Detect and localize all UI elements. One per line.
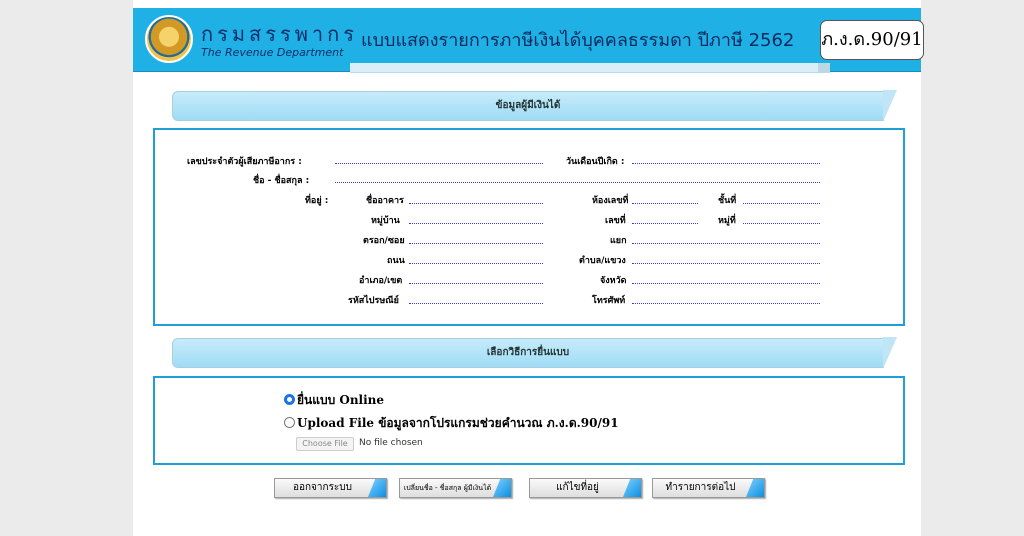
tax-id-field[interactable] [335,154,543,164]
province-label: จังหวัด [600,276,627,286]
subdistrict-field[interactable] [632,254,820,264]
postcode-field[interactable] [409,294,543,304]
ribbon-curl [883,337,897,369]
arrow-icon [493,479,511,497]
building-field[interactable] [409,194,543,204]
filing-section-title: เลือกวิธีการยื่นแบบ [486,347,570,358]
name-field[interactable] [335,173,820,183]
floor-field[interactable] [743,194,820,204]
junction-label: แยก [610,236,627,246]
village-field[interactable] [409,214,543,224]
page: กรมสรรพากร The Revenue Department แบบแสด… [133,0,924,536]
header-tab-strip [350,63,830,73]
brand-english: The Revenue Department [201,46,344,59]
junction-field[interactable] [632,234,820,244]
phone-field[interactable] [632,294,820,304]
next-button-label: ทำรายการต่อไป [665,482,736,493]
filing-section-header: เลือกวิธีการยื่นแบบ [172,337,897,369]
district-label: อำเภอ/เขต [359,276,403,286]
birthdate-label: วันเดือนปีเกิด : [566,157,625,167]
postcode-label: รหัสไปรษณีย์ [348,296,399,306]
moo-field[interactable] [743,214,820,224]
village-label: หมู่บ้าน [371,216,400,226]
tax-id-label: เลขประจำตัวผู้เสียภาษีอากร : [187,157,302,167]
room-field[interactable] [632,194,698,204]
road-label: ถนน [387,256,405,266]
arrow-icon [623,479,641,497]
house-no-label: เลขที่ [605,216,626,226]
soi-label: ตรอก/ซอย [363,236,405,246]
phone-label: โทรศัพท์ [592,296,626,306]
room-label: ห้องเลขที่ [592,196,629,206]
soi-field[interactable] [409,234,543,244]
choose-file-button[interactable]: Choose File [296,437,354,451]
option-online[interactable]: ยื่นแบบ Online [284,391,384,410]
moo-label: หมู่ที่ [718,216,736,226]
province-field[interactable] [632,274,820,284]
radio-upload-icon[interactable] [284,417,295,428]
radio-online-selected-icon[interactable] [284,394,295,405]
arrow-icon [746,479,764,497]
building-label: ชื่ออาคาร [366,196,404,206]
taxpayer-info-box: เลขประจำตัวผู้เสียภาษีอากร : วันเดือนปีเ… [153,128,905,326]
exit-button-label: ออกจากระบบ [292,482,353,493]
form-title: แบบแสดงรายการภาษีเงินได้บุคคลธรรมดา ปีภา… [361,30,795,51]
next-button[interactable]: ทำรายการต่อไป [652,478,765,498]
header-tab-corner [818,63,830,73]
change-name-button[interactable]: เปลี่ยนชื่อ - ชื่อสกุล ผู้มีเงินได้ [399,478,512,498]
house-no-field[interactable] [632,214,698,224]
exit-button[interactable]: ออกจากระบบ [274,478,387,498]
option-upload-label: Upload File ข้อมูลจากโปรแกรมช่วยคำนวณ ภ.… [297,416,619,430]
edit-address-button-label: แก้ไขที่อยู่ [556,482,599,493]
change-name-button-label: เปลี่ยนชื่อ - ชื่อสกุล ผู้มีเงินได้ [403,484,492,492]
revenue-department-logo-icon [145,15,193,63]
edit-address-button[interactable]: แก้ไขที่อยู่ [529,478,642,498]
arrow-icon [368,479,386,497]
address-label: ที่อยู่ : [305,196,329,206]
option-upload[interactable]: Upload File ข้อมูลจากโปรแกรมช่วยคำนวณ ภ.… [284,414,619,433]
form-code-badge: ภ.ง.ด.90/91 [820,20,924,60]
subdistrict-label: ตำบล/แขวง [579,256,626,266]
ribbon-curl [883,90,897,122]
district-field[interactable] [409,274,543,284]
name-label: ชื่อ - ชื่อสกุล : [253,176,310,186]
road-field[interactable] [409,254,543,264]
birthdate-field[interactable] [632,154,820,164]
taxpayer-section-header: ข้อมูลผู้มีเงินได้ [172,90,897,122]
floor-label: ชั้นที่ [718,196,737,206]
option-online-label: ยื่นแบบ Online [297,393,385,407]
no-file-status: No file chosen [359,438,423,448]
taxpayer-section-title: ข้อมูลผู้มีเงินได้ [495,100,561,111]
